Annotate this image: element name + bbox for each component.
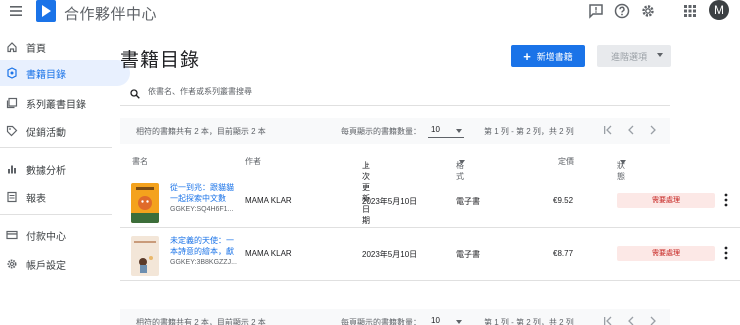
sidebar-item-account-settings[interactable]: 帳戶設定 [0, 251, 112, 277]
apps-grid-icon[interactable] [682, 3, 698, 19]
tag-icon [6, 125, 18, 137]
updated-date: 2023年5月10日 [362, 197, 418, 206]
advanced-options-label: 進階選項 [611, 51, 648, 62]
sidebar-item-payments[interactable]: 付款中心 [0, 222, 112, 248]
sidebar-item-book-catalog[interactable]: 書籍目錄 [0, 60, 130, 86]
chevron-down-icon [620, 160, 626, 164]
pagination-bar-top: 相符的書籍共有 2 本，目前顯示 2 本 每頁顯示的書籍數量： 10 第 1 列… [120, 118, 670, 144]
book-title-link[interactable]: 從一到兆：跟貓貓一起探索中文數 [170, 182, 240, 204]
series-icon [6, 97, 18, 109]
sidebar-item-label: 付款中心 [26, 231, 66, 243]
sidebar-item-label: 系列叢書目錄 [26, 99, 86, 111]
book-catalog-icon [7, 67, 17, 79]
first-page-icon[interactable] [602, 124, 614, 136]
chevron-down-icon [459, 160, 465, 164]
column-price[interactable]: 定價 [558, 156, 574, 167]
search-icon [130, 89, 140, 99]
top-bar: 合作夥伴中心 M [0, 0, 740, 26]
search-input[interactable] [148, 87, 628, 96]
per-page-select[interactable]: 10 [428, 122, 464, 138]
book-cover-image[interactable] [131, 236, 159, 276]
ggkey: GGKEY:3B8KGZZJ... [170, 259, 237, 266]
prev-page-icon[interactable] [625, 315, 637, 325]
updated-date: 2023年5月10日 [362, 250, 418, 259]
per-page-select[interactable]: 10 [428, 313, 464, 325]
gear-icon [7, 259, 17, 269]
book-title-link[interactable]: 未定義的天使：一本詩意的繪本，獻 [170, 235, 240, 257]
feedback-icon[interactable] [588, 3, 604, 19]
next-page-icon[interactable] [647, 124, 659, 136]
menu-icon[interactable] [9, 4, 23, 18]
bar-chart-icon [8, 165, 16, 174]
more-vert-icon[interactable] [721, 245, 731, 261]
chevron-down-icon [456, 320, 462, 324]
column-author[interactable]: 作者 [245, 156, 261, 167]
app-title: 合作夥伴中心 [64, 6, 158, 23]
pagination-bar-bottom: 相符的書籍共有 2 本，目前顯示 2 本 每頁顯示的書籍數量： 10 第 1 列… [120, 309, 670, 325]
ggkey: GGKEY:SQ4H6F1... [170, 206, 234, 213]
book-cover-image[interactable] [131, 183, 159, 223]
advanced-options-button[interactable]: 進階選項 [597, 45, 671, 67]
plus-icon: + [523, 48, 531, 64]
table-header: 書名 作者 上次更新日期 ↓ 格式 定價 狀態 [120, 152, 740, 225]
sidebar-item-label: 數據分析 [26, 165, 66, 177]
home-icon [7, 42, 17, 53]
table-row[interactable]: 未定義的天使：一本詩意的繪本，獻 GGKEY:3B8KGZZJ... MAMA … [120, 229, 740, 281]
chevron-down-icon [456, 129, 462, 133]
status-badge: 需要處理 [617, 193, 715, 208]
add-book-button[interactable]: + 新增書籍 [511, 45, 585, 67]
more-vert-icon[interactable] [721, 192, 731, 208]
next-page-icon[interactable] [647, 315, 659, 325]
sidebar-item-reports[interactable]: 報表 [0, 184, 112, 210]
avatar[interactable]: M [709, 0, 729, 20]
list-price: €9.52 [553, 196, 574, 205]
per-page-label: 每頁顯示的書籍數量： [341, 127, 421, 136]
sidebar-divider [0, 214, 112, 215]
report-icon [7, 191, 17, 203]
sidebar-item-analytics[interactable]: 數據分析 [0, 156, 112, 182]
arrow-down-icon: ↓ [365, 160, 369, 169]
sidebar-item-label: 促銷活動 [26, 127, 66, 139]
sidebar-divider [0, 147, 112, 148]
page-title: 書籍目錄 [120, 50, 201, 71]
column-title[interactable]: 書名 [132, 156, 148, 167]
payment-icon [6, 230, 18, 240]
author: MAMA KLAR [245, 249, 292, 258]
prev-page-icon[interactable] [625, 124, 637, 136]
sidebar-item-promotions[interactable]: 促銷活動 [0, 118, 112, 144]
table-row[interactable]: 從一到兆：跟貓貓一起探索中文數 GGKEY:SQ4H6F1... MAMA KL… [120, 176, 740, 228]
author: MAMA KLAR [245, 196, 292, 205]
per-page-value: 10 [431, 125, 440, 134]
first-page-icon[interactable] [602, 315, 614, 325]
sidebar-item-label: 書籍目錄 [26, 69, 66, 81]
per-page-label: 每頁顯示的書籍數量： [341, 318, 421, 325]
sidebar-item-series[interactable]: 系列叢書目錄 [0, 90, 112, 116]
add-book-label: 新增書籍 [536, 51, 573, 62]
sidebar-item-label: 帳戶設定 [26, 260, 66, 272]
result-count: 相符的書籍共有 2 本，目前顯示 2 本 [136, 127, 266, 136]
sidebar-item-label: 報表 [26, 193, 46, 205]
settings-gear-icon[interactable] [640, 3, 656, 19]
status-badge: 需要處理 [617, 246, 715, 261]
per-page-value: 10 [431, 316, 440, 325]
sidebar-item-home[interactable]: 首頁 [0, 34, 112, 60]
search-bar [120, 84, 670, 106]
help-icon[interactable] [614, 3, 630, 19]
result-count: 相符的書籍共有 2 本，目前顯示 2 本 [136, 318, 266, 325]
sidebar-item-label: 首頁 [26, 43, 46, 55]
format: 電子書 [456, 250, 480, 259]
page-range: 第 1 列 - 第 2 列，共 2 列 [484, 127, 574, 136]
list-price: €8.77 [553, 249, 574, 258]
format: 電子書 [456, 197, 480, 206]
play-books-logo [36, 0, 56, 22]
chevron-down-icon [657, 53, 663, 57]
page-range: 第 1 列 - 第 2 列，共 2 列 [484, 318, 574, 325]
